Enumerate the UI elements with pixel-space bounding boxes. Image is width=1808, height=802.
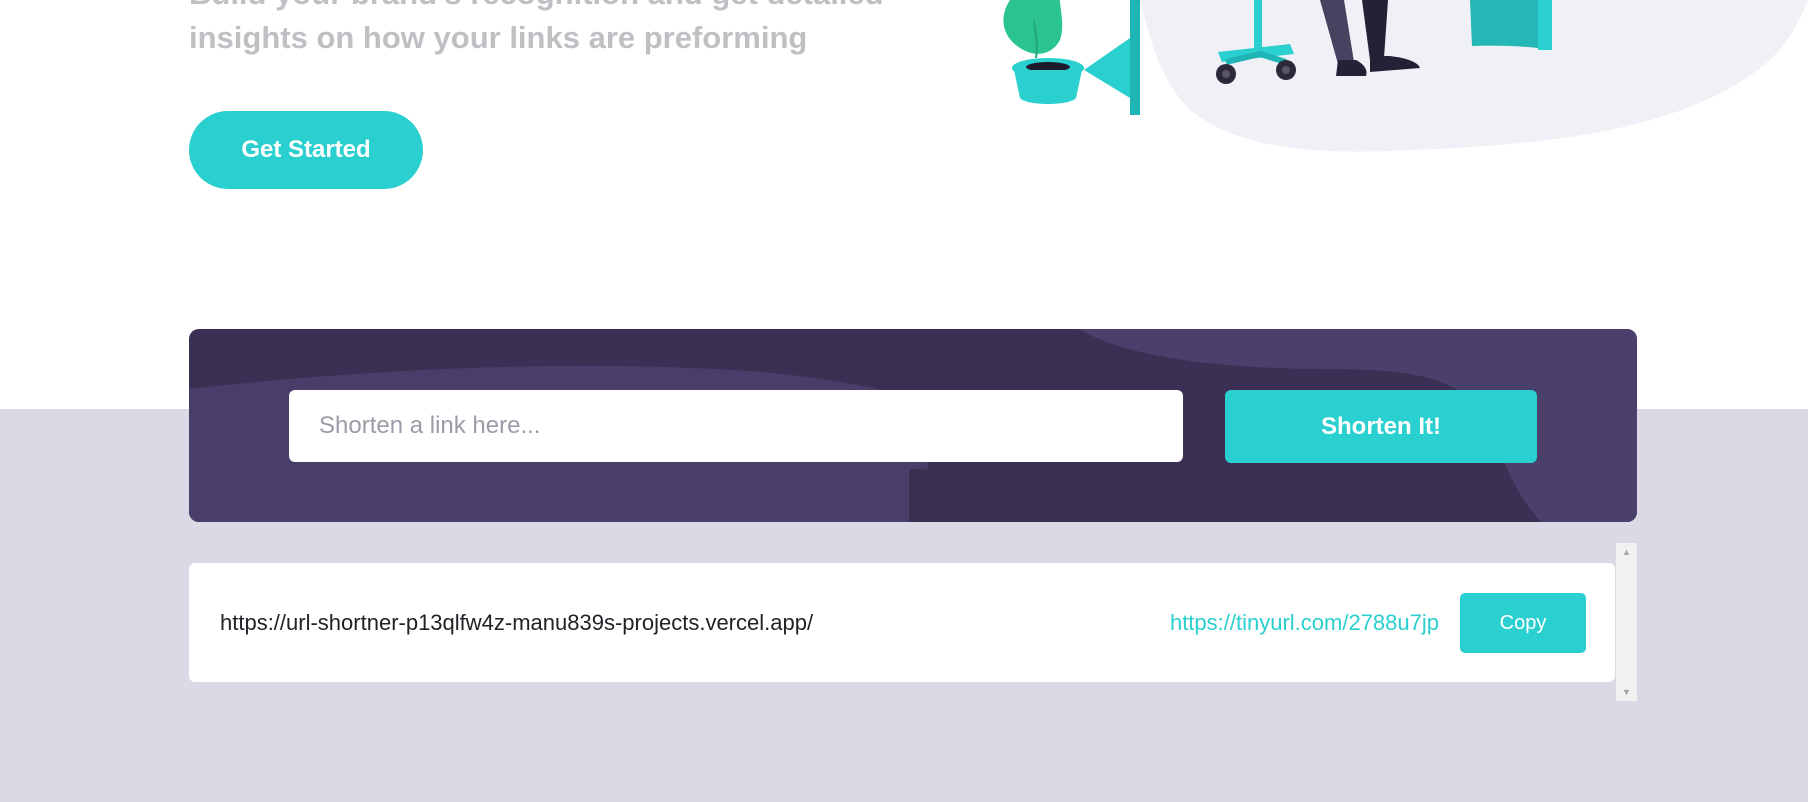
- plant-leaves-icon: [1003, 0, 1063, 54]
- shorten-button[interactable]: Shorten It!: [1225, 390, 1537, 463]
- scroll-up-arrow-icon[interactable]: ▲: [1616, 543, 1637, 561]
- scroll-down-arrow-icon[interactable]: ▼: [1616, 683, 1637, 701]
- shorten-form: Shorten It!: [189, 329, 1637, 522]
- copy-button[interactable]: Copy: [1460, 593, 1586, 653]
- working-illustration: [1003, 0, 1808, 152]
- hero-subtitle: Build your brand's recognition and get d…: [189, 0, 884, 55]
- original-url: https://url-shortner-p13qlfw4z-manu839s-…: [220, 610, 814, 635]
- plant-pot-icon: [1014, 70, 1082, 104]
- page: Build your brand's recognition and get d…: [0, 0, 1808, 802]
- results-scrollbar[interactable]: ▲ ▼: [1616, 543, 1637, 701]
- results-list[interactable]: https://url-shortner-p13qlfw4z-manu839s-…: [189, 543, 1637, 701]
- result-item: https://url-shortner-p13qlfw4z-manu839s-…: [189, 563, 1615, 682]
- short-url-link[interactable]: https://tinyurl.com/2788u7jp: [1170, 563, 1439, 682]
- link-input[interactable]: [289, 390, 1183, 462]
- get-started-button[interactable]: Get Started: [189, 111, 423, 189]
